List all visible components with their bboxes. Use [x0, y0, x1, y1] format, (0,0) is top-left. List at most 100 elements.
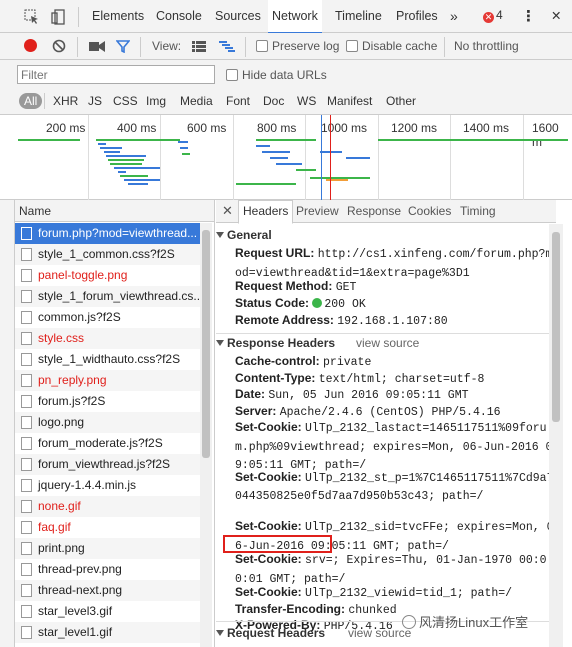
tab-sources[interactable]: Sources — [211, 0, 265, 33]
collapse-triangle-icon — [216, 340, 224, 347]
overview-tick: 600 ms — [187, 121, 227, 135]
request-row[interactable]: thread-next.png — [15, 580, 200, 601]
type-img[interactable]: Img — [143, 93, 169, 109]
request-headers-section-header[interactable]: Request Headers — [216, 626, 325, 640]
tab-response[interactable]: Response — [347, 204, 401, 218]
waterfall-overview-icon[interactable] — [219, 41, 235, 52]
request-row[interactable]: faq.gif — [15, 517, 200, 538]
request-row[interactable]: forum_moderate.js?f2S — [15, 433, 200, 454]
request-row[interactable]: forum.js?f2S — [15, 391, 200, 412]
general-section-header[interactable]: General — [216, 228, 272, 242]
overview-bar — [378, 139, 568, 141]
request-row[interactable]: style.css — [15, 328, 200, 349]
response-view-source-link[interactable]: view source — [356, 336, 419, 350]
status-ok-icon — [312, 298, 323, 308]
header-key: Transfer-Encoding: — [235, 601, 346, 616]
overview-bar — [120, 175, 148, 177]
response-headers-section-header[interactable]: Response Headers — [216, 336, 335, 350]
tab-profiles[interactable]: Profiles — [392, 0, 442, 33]
remote-address-label: Remote Address: — [235, 313, 334, 327]
type-font[interactable]: Font — [223, 93, 253, 109]
request-name: none.gif — [38, 499, 81, 513]
request-url-label: Request URL: — [235, 246, 315, 260]
type-doc[interactable]: Doc — [260, 93, 287, 109]
request-row[interactable]: print.png — [15, 538, 200, 559]
type-all[interactable]: All — [19, 93, 43, 109]
type-other[interactable]: Other — [383, 93, 419, 109]
close-devtools-button[interactable]: ✕ — [547, 0, 565, 33]
overview-tick: 800 ms — [257, 121, 297, 135]
type-xhr[interactable]: XHR — [50, 93, 81, 109]
hide-data-urls-checkbox[interactable] — [226, 69, 238, 81]
overview-bar — [178, 141, 188, 143]
request-row[interactable]: star_level3.gif — [15, 601, 200, 622]
request-list: Name forum.php?mod=viewthread... style_1_… — [15, 200, 215, 647]
file-icon — [21, 416, 32, 429]
request-row[interactable]: logo.png — [15, 412, 200, 433]
inspect-element-icon[interactable] — [24, 9, 40, 25]
request-row[interactable]: style_1_widthauto.css?f2S — [15, 349, 200, 370]
request-row[interactable]: star_level1.gif — [15, 622, 200, 643]
scrollbar-thumb[interactable] — [552, 232, 560, 422]
filter-icon[interactable] — [116, 40, 130, 53]
error-badge[interactable]: ✕ 4 — [483, 8, 503, 23]
tab-headers[interactable]: Headers — [238, 200, 294, 224]
overview-tick: 1600 m — [532, 121, 559, 149]
tab-timeline[interactable]: Timeline — [331, 0, 386, 33]
menu-button[interactable]: ⋮ — [517, 0, 540, 33]
request-list-scrollbar[interactable] — [200, 223, 212, 647]
type-css[interactable]: CSS — [110, 93, 141, 109]
timeline-overview[interactable]: 200 ms 400 ms 600 ms 800 ms 1000 ms 1200… — [0, 115, 572, 200]
throttling-select[interactable]: No throttling — [454, 39, 519, 53]
overview-bar — [98, 143, 106, 145]
status-code-label: Status Code: — [235, 296, 310, 310]
request-row[interactable]: jquery-1.4.4.min.js — [15, 475, 200, 496]
tab-timing[interactable]: Timing — [460, 204, 496, 218]
type-js[interactable]: JS — [85, 93, 105, 109]
overview-bar — [124, 179, 160, 181]
close-detail-button[interactable]: ✕ — [222, 203, 233, 219]
preserve-log-checkbox[interactable] — [256, 40, 268, 52]
camera-icon[interactable] — [89, 41, 105, 52]
type-manifest[interactable]: Manifest — [324, 93, 375, 109]
request-method-value: GET — [335, 281, 357, 294]
large-rows-icon[interactable] — [192, 41, 206, 52]
request-row[interactable]: forum.php?mod=viewthread... — [15, 223, 200, 244]
name-column-header[interactable]: Name — [15, 200, 214, 222]
type-ws[interactable]: WS — [294, 93, 319, 109]
collapse-triangle-icon — [216, 232, 224, 239]
request-row[interactable]: style_1_common.css?f2S — [15, 244, 200, 265]
filter-input[interactable] — [17, 65, 215, 84]
request-row[interactable]: none.gif — [15, 496, 200, 517]
request-row[interactable]: thread-prev.png — [15, 559, 200, 580]
request-name: thread-next.png — [38, 583, 123, 597]
more-tabs-button[interactable]: » — [446, 0, 462, 33]
tab-preview[interactable]: Preview — [296, 204, 339, 218]
tab-cookies[interactable]: Cookies — [408, 204, 451, 218]
type-media[interactable]: Media — [177, 93, 216, 109]
request-row[interactable]: forum_viewthread.js?f2S — [15, 454, 200, 475]
record-icon[interactable] — [24, 39, 37, 52]
tab-console[interactable]: Console — [152, 0, 206, 33]
clear-icon[interactable] — [52, 39, 66, 53]
overview-bar — [320, 151, 342, 153]
device-toolbar-icon[interactable] — [50, 9, 66, 25]
watermark: 风清扬Linux工作室 — [402, 612, 528, 631]
request-row[interactable]: common.js?f2S — [15, 307, 200, 328]
overview-bar — [118, 171, 126, 173]
request-row[interactable]: style_1_forum_viewthread.cs... — [15, 286, 200, 307]
disable-cache-checkbox[interactable] — [346, 40, 358, 52]
overview-tick: 1400 ms — [463, 121, 510, 135]
file-icon — [21, 248, 32, 261]
request-row[interactable]: panel-toggle.png — [15, 265, 200, 286]
tab-network[interactable]: Network — [268, 0, 322, 34]
request-row[interactable]: pn_reply.png — [15, 370, 200, 391]
header-key: Set-Cookie: — [235, 552, 302, 566]
request-name: style_1_widthauto.css?f2S — [38, 352, 181, 366]
tab-elements[interactable]: Elements — [88, 0, 148, 33]
detail-scrollbar[interactable] — [549, 224, 563, 647]
file-icon — [21, 332, 32, 345]
overview-gridline — [160, 115, 161, 200]
header-value: private — [323, 356, 372, 369]
scrollbar-thumb[interactable] — [202, 230, 210, 458]
